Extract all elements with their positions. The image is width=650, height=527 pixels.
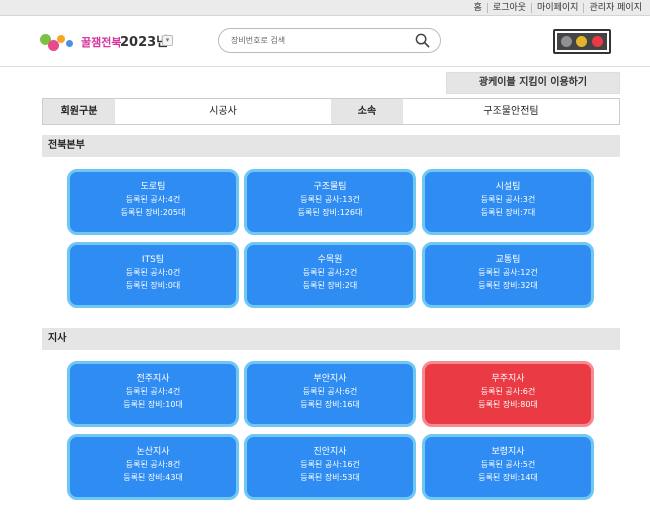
affiliation-label: 소속	[331, 99, 403, 124]
section-header-jeonbuk-hq: 전북본부	[42, 135, 620, 157]
team-card-facility[interactable]: 시설팀 등록된 공사:3건 등록된 장비:7대	[422, 169, 594, 235]
team-projects: 등록된 공사:4건	[125, 195, 181, 204]
team-card-buan-branch[interactable]: 부안지사 등록된 공사:6건 등록된 장비:16대	[244, 361, 416, 427]
yellow-lamp-icon	[576, 36, 588, 47]
member-type-label: 회원구분	[43, 99, 115, 124]
team-card-arboretum[interactable]: 수목원 등록된 공사:2건 등록된 장비:2대	[244, 242, 416, 308]
team-name: ITS팀	[141, 255, 165, 265]
header-divider	[0, 66, 650, 67]
fiber-cable-guardian-button[interactable]: 광케이블 지킴이 이용하기	[446, 72, 620, 94]
team-projects: 등록된 공사:8건	[125, 460, 181, 469]
team-card-its[interactable]: ITS팀 등록된 공사:0건 등록된 장비:0대	[67, 242, 239, 308]
team-card-nonsan-branch[interactable]: 논산지사 등록된 공사:8건 등록된 장비:43대	[67, 434, 239, 500]
team-projects: 등록된 공사:5건	[480, 460, 536, 469]
nav-divider	[486, 3, 488, 13]
team-card-jinan-branch[interactable]: 진안지사 등록된 공사:16건 등록된 장비:53대	[244, 434, 416, 500]
traffic-light-housing	[557, 33, 607, 50]
team-name: 수목원	[317, 255, 343, 265]
team-card-structure[interactable]: 구조물팀 등록된 공사:13건 등록된 장비:126대	[244, 169, 416, 235]
team-projects: 등록된 공사:2건	[302, 268, 358, 277]
team-projects: 등록된 공사:3건	[480, 195, 536, 204]
traffic-light-status	[553, 29, 611, 54]
member-info-row: 회원구분 시공사 소속 구조물안전팀	[42, 98, 620, 125]
top-nav: 홈 로그아웃 마이페이지 관리자 페이지	[474, 1, 642, 15]
year-dropdown-chevron-icon[interactable]: ▾	[162, 35, 173, 46]
team-name: 진안지사	[313, 447, 347, 457]
gray-lamp-icon	[561, 36, 573, 47]
team-projects: 등록된 공사:16건	[300, 460, 360, 469]
team-equipment: 등록된 장비:205대	[120, 208, 186, 217]
team-projects: 등록된 공사:4건	[125, 387, 181, 396]
team-equipment: 등록된 장비:16대	[300, 400, 360, 409]
team-projects: 등록된 공사:13건	[300, 195, 360, 204]
member-type-value: 시공사	[115, 99, 331, 124]
section-header-branches: 지사	[42, 328, 620, 350]
team-name: 도로팀	[140, 182, 166, 192]
team-name: 시설팀	[495, 182, 521, 192]
affiliation-value: 구조물안전팀	[403, 99, 619, 124]
team-name: 교통팀	[495, 255, 521, 265]
team-projects: 등록된 공사:6건	[302, 387, 358, 396]
logout-link[interactable]: 로그아웃	[493, 1, 526, 15]
team-equipment: 등록된 장비:80대	[478, 400, 538, 409]
home-link[interactable]: 홈	[474, 1, 482, 15]
team-card-jeonju-branch[interactable]: 전주지사 등록된 공사:4건 등록된 장비:10대	[67, 361, 239, 427]
team-equipment: 등록된 장비:10대	[123, 400, 183, 409]
team-equipment: 등록된 장비:32대	[478, 281, 538, 290]
team-equipment: 등록된 장비:43대	[123, 473, 183, 482]
team-equipment: 등록된 장비:0대	[125, 281, 181, 290]
team-card-boryeong-branch[interactable]: 보령지사 등록된 공사:5건 등록된 장비:14대	[422, 434, 594, 500]
team-card-road[interactable]: 도로팀 등록된 공사:4건 등록된 장비:205대	[67, 169, 239, 235]
team-card-muju-branch[interactable]: 무주지사 등록된 공사:6건 등록된 장비:80대	[422, 361, 594, 427]
search-input[interactable]: 장비번호로 검색	[231, 35, 285, 46]
team-equipment: 등록된 장비:2대	[302, 281, 358, 290]
year-label: 2023년	[120, 35, 169, 50]
nav-divider	[583, 3, 585, 13]
search-icon[interactable]	[415, 33, 430, 48]
top-bar: 홈 로그아웃 마이페이지 관리자 페이지	[0, 0, 650, 16]
team-projects: 등록된 공사:6건	[480, 387, 536, 396]
admin-page-link[interactable]: 관리자 페이지	[589, 1, 642, 15]
team-card-traffic[interactable]: 교통팀 등록된 공사:12건 등록된 장비:32대	[422, 242, 594, 308]
team-projects: 등록된 공사:12건	[478, 268, 538, 277]
team-equipment: 등록된 장비:53대	[300, 473, 360, 482]
equipment-search[interactable]: 장비번호로 검색	[218, 28, 441, 53]
mypage-link[interactable]: 마이페이지	[537, 1, 578, 15]
team-equipment: 등록된 장비:126대	[297, 208, 363, 217]
nav-divider	[531, 3, 533, 13]
team-projects: 등록된 공사:0건	[125, 268, 181, 277]
site-logo[interactable]: 꿀잼전북 2023년 ▾	[40, 28, 175, 54]
logo-dot-icon	[66, 40, 73, 47]
team-name: 무주지사	[491, 374, 525, 384]
team-name: 논산지사	[136, 447, 170, 457]
team-name: 보령지사	[491, 447, 525, 457]
team-name: 구조물팀	[313, 182, 347, 192]
team-equipment: 등록된 장비:7대	[480, 208, 536, 217]
logo-dot-icon	[57, 35, 65, 43]
red-lamp-icon	[591, 36, 603, 47]
team-equipment: 등록된 장비:14대	[478, 473, 538, 482]
team-name: 전주지사	[136, 374, 170, 384]
team-name: 부안지사	[313, 374, 347, 384]
logo-brand-text: 꿀잼전북	[81, 36, 122, 49]
